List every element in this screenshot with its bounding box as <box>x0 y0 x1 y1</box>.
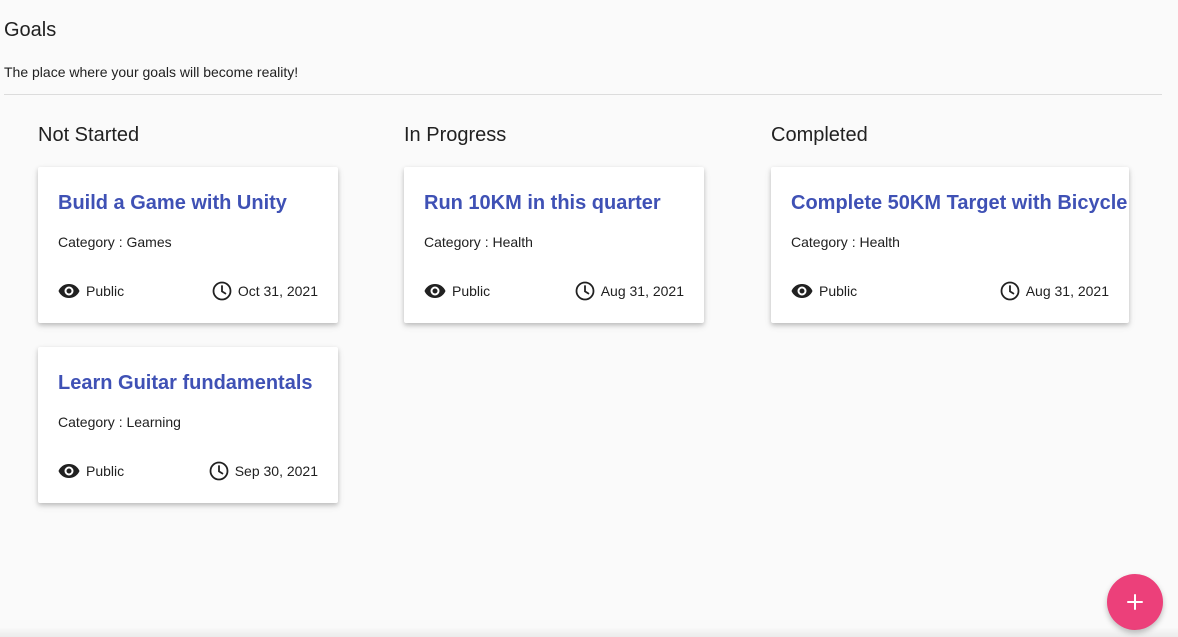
goal-category: Category : Health <box>424 234 533 250</box>
goal-card[interactable]: Run 10KM in this quarter Category : Heal… <box>404 167 704 323</box>
due-date-label: Aug 31, 2021 <box>1025 283 1109 299</box>
due-date: Oct 31, 2021 <box>212 281 318 301</box>
clock-icon <box>1000 281 1020 301</box>
due-date: Aug 31, 2021 <box>1000 281 1109 301</box>
visibility-status: Public <box>58 283 124 299</box>
column-completed: Completed Complete 50KM Target with Bicy… <box>771 122 1129 347</box>
due-date: Aug 31, 2021 <box>575 281 684 301</box>
due-date-label: Aug 31, 2021 <box>600 283 684 299</box>
goal-card[interactable]: Learn Guitar fundamentals Category : Lea… <box>38 347 338 503</box>
visibility-status: Public <box>58 463 124 479</box>
goal-title[interactable]: Complete 50KM Target with Bicycle <box>791 191 1127 215</box>
add-goal-button[interactable] <box>1107 574 1163 630</box>
goal-title[interactable]: Run 10KM in this quarter <box>424 191 684 215</box>
column-title: In Progress <box>404 124 507 146</box>
page-subtitle: The place where your goals will become r… <box>4 64 299 80</box>
plus-icon <box>1127 594 1143 610</box>
clock-icon <box>209 461 229 481</box>
goals-page: Goals The place where your goals will be… <box>0 0 1178 637</box>
clock-icon <box>575 281 595 301</box>
goal-category: Category : Learning <box>58 414 181 430</box>
clock-icon <box>212 281 232 301</box>
page-header: Goals The place where your goals will be… <box>4 18 1162 82</box>
column-in-progress: In Progress Run 10KM in this quarter Cat… <box>404 122 704 347</box>
visibility-label: Public <box>819 283 858 299</box>
goal-title[interactable]: Learn Guitar fundamentals <box>58 371 318 395</box>
goal-title[interactable]: Build a Game with Unity <box>58 191 318 215</box>
eye-icon <box>791 284 813 298</box>
visibility-label: Public <box>452 283 491 299</box>
column-title: Not Started <box>38 124 140 146</box>
column-title: Completed <box>771 124 868 146</box>
bottom-edge-shadow <box>0 627 1178 637</box>
due-date-label: Sep 30, 2021 <box>234 463 318 479</box>
due-date: Sep 30, 2021 <box>209 461 318 481</box>
goal-card[interactable]: Complete 50KM Target with Bicycle Catego… <box>771 167 1129 323</box>
page-title: Goals <box>4 19 57 41</box>
visibility-status: Public <box>791 283 857 299</box>
visibility-label: Public <box>86 283 125 299</box>
eye-icon <box>58 284 80 298</box>
visibility-label: Public <box>86 463 125 479</box>
visibility-status: Public <box>424 283 490 299</box>
due-date-label: Oct 31, 2021 <box>237 283 318 299</box>
goal-card[interactable]: Build a Game with Unity Category : Games… <box>38 167 338 323</box>
column-not-started: Not Started Build a Game with Unity Cate… <box>38 122 338 527</box>
goal-category: Category : Health <box>791 234 900 250</box>
eye-icon <box>424 284 446 298</box>
goal-category: Category : Games <box>58 234 172 250</box>
eye-icon <box>58 464 80 478</box>
header-divider <box>4 94 1162 95</box>
